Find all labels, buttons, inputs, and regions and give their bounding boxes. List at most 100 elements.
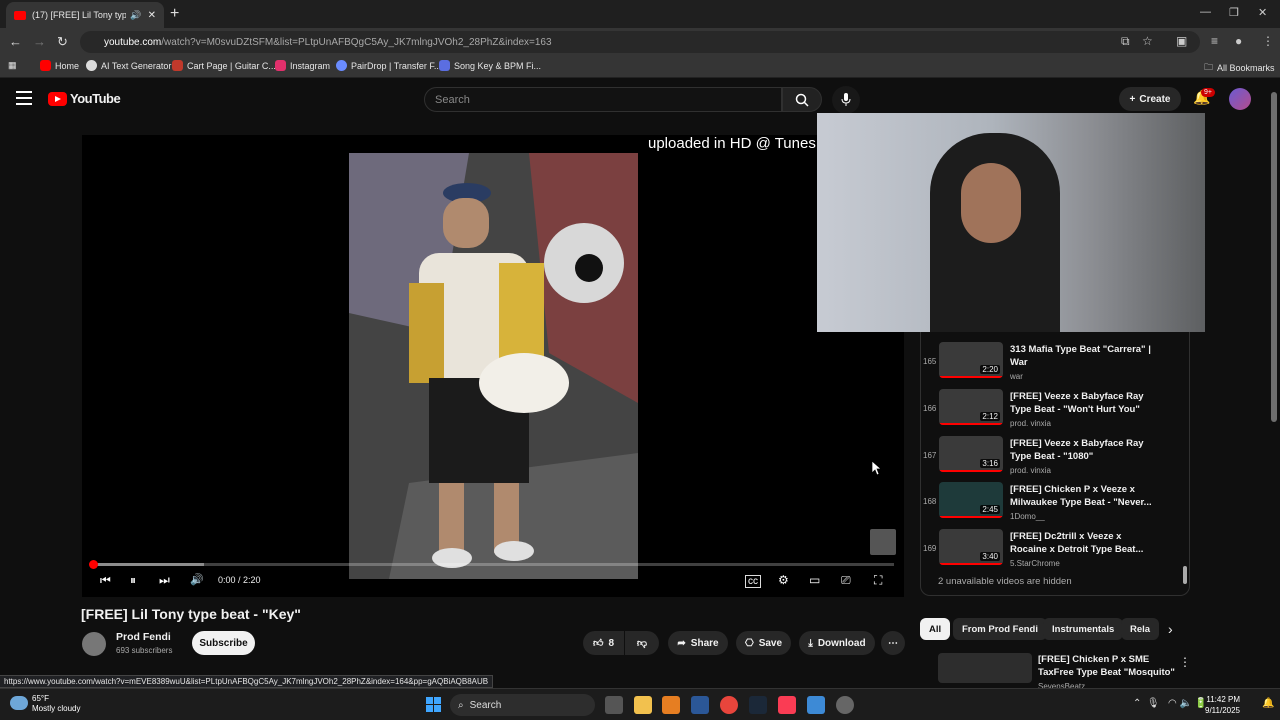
playlist-item[interactable]: 166 2:12 [FREE] Veeze x Babyface Ray Typ… [921, 383, 1181, 428]
channel-avatar[interactable] [82, 632, 106, 656]
music-note-icon [439, 60, 450, 71]
browser-tab[interactable]: (17) [FREE] Lil Tony type beat - "Key" -… [6, 2, 164, 28]
media-controls-icon[interactable]: ≡ [1211, 34, 1218, 48]
search-input[interactable]: Search [424, 87, 782, 112]
cast-icon[interactable]: ⎚ [841, 573, 851, 588]
profile-icon[interactable]: ● [1235, 34, 1242, 48]
theater-mode-icon[interactable]: ▭ [809, 573, 820, 587]
new-tab-button[interactable]: + [170, 5, 179, 23]
bookmark-song-key[interactable]: Song Key & BPM Fi... [439, 60, 541, 71]
photos-icon[interactable] [807, 696, 825, 714]
playlist-item-title: [FREE] Dc2trill x Veeze x Rocaine x Detr… [1010, 531, 1144, 555]
share-button[interactable]: ➦ Share [668, 631, 728, 655]
hamburger-menu-icon[interactable] [16, 91, 32, 105]
playlist-item[interactable]: 168 2:45 [FREE] Chicken P x Veeze x Milw… [921, 476, 1181, 521]
previous-icon[interactable]: ⏮ [100, 573, 111, 588]
app-icon[interactable] [662, 696, 680, 714]
bookmark-cart-page[interactable]: Cart Page | Guitar C... [172, 60, 276, 71]
chips-next-icon[interactable]: › [1168, 621, 1173, 637]
download-button[interactable]: ⤓ Download [799, 631, 875, 655]
user-avatar[interactable] [1229, 88, 1251, 110]
notifications-icon[interactable]: 🔔 [1262, 698, 1274, 709]
save-button[interactable]: ⎔ Save [736, 631, 791, 655]
youtube-play-icon [48, 91, 67, 106]
bookmark-ai-text-generator[interactable]: AI Text Generator [86, 60, 171, 71]
playlist-panel: 165 2:20 313 Mafia Type Beat "Carrera" |… [920, 332, 1190, 596]
pause-icon[interactable]: ⏸ [130, 573, 136, 588]
clock[interactable]: 11:42 PM 9/11/2025 [1196, 694, 1240, 716]
progress-bar[interactable] [89, 560, 894, 569]
taskbar-search[interactable]: ⌕ Search [450, 694, 595, 716]
fullscreen-icon[interactable]: ⛶ [874, 573, 882, 588]
apps-icon[interactable]: ▦ [8, 60, 17, 71]
steam-icon[interactable] [749, 696, 767, 714]
scrubber-handle[interactable] [89, 560, 98, 569]
playlist-item[interactable]: 169 3:40 [FREE] Dc2trill x Veeze x Rocai… [921, 523, 1181, 568]
app-icon[interactable] [836, 696, 854, 714]
recommended-menu-icon[interactable]: ⋮ [1179, 655, 1191, 669]
buffered-bar [92, 563, 205, 566]
all-bookmarks[interactable]: 🗀 All Bookmarks [1204, 60, 1275, 76]
dislike-button[interactable]: 👎︎ [625, 631, 659, 655]
page-scrollbar[interactable] [1271, 86, 1277, 686]
clock-date: 9/11/2025 [1205, 706, 1240, 715]
address-toolbar: ← → ↻ youtube.com/watch?v=M0svuDZtSFM&li… [0, 28, 1280, 56]
chip-all[interactable]: All [920, 618, 951, 640]
extensions-icon[interactable]: ▣ [1176, 34, 1187, 48]
more-actions-button[interactable]: ⋯ [881, 631, 905, 655]
duration-badge: 2:12 [980, 412, 1000, 421]
bookmark-star-icon[interactable]: ☆ [1142, 34, 1153, 48]
task-view-icon[interactable] [605, 696, 623, 714]
volume-icon[interactable]: 🔊 [190, 573, 204, 586]
url-domain: youtube.com [104, 36, 162, 48]
settings-gear-icon[interactable]: ⚙ [778, 573, 789, 587]
minimize-icon[interactable]: — [1200, 6, 1211, 18]
chip-from-prod-fendi[interactable]: From Prod Fendi [953, 618, 1047, 640]
scrollbar-thumb[interactable] [1271, 92, 1277, 422]
recommended-title[interactable]: [FREE] Chicken P x SME TaxFree Type Beat… [1038, 653, 1178, 679]
url-bar[interactable]: youtube.com/watch?v=M0svuDZtSFM&list=PLt… [80, 31, 1200, 53]
thumbs-up-icon: 👍︎ [592, 638, 604, 649]
playlist-item[interactable]: 165 2:20 313 Mafia Type Beat "Carrera" |… [921, 336, 1181, 381]
channel-watermark[interactable] [870, 529, 896, 555]
chrome-icon[interactable] [720, 696, 738, 714]
link-status-url: https://www.youtube.com/watch?v=mEVE8389… [0, 675, 494, 688]
playlist-thumbnail: 2:20 [939, 342, 1003, 378]
windows-start-icon[interactable] [426, 697, 441, 712]
search-button[interactable] [782, 87, 822, 112]
back-icon[interactable]: ← [9, 34, 22, 49]
install-app-icon[interactable]: ⧉ [1121, 34, 1130, 49]
playlist-item-title: [FREE] Veeze x Babyface Ray Type Beat - … [1010, 438, 1144, 462]
close-tab-icon[interactable]: ✕ [148, 10, 156, 21]
forward-icon[interactable]: → [33, 34, 46, 49]
bookmark-pairdrop[interactable]: PairDrop | Transfer F... [336, 60, 441, 71]
weather-widget[interactable]: 65°F Mostly cloudy [10, 694, 80, 714]
video-player[interactable]: uploaded in HD @ Tunes ⏮ ⏸ ⏭ 🔊 0:00 / 2:… [82, 135, 904, 597]
recommended-thumbnail[interactable] [938, 653, 1032, 683]
file-explorer-icon[interactable] [634, 696, 652, 714]
reload-icon[interactable]: ↻ [57, 34, 68, 50]
plus-icon: + [1129, 93, 1136, 105]
chip-instrumentals[interactable]: Instrumentals [1043, 618, 1124, 640]
channel-name[interactable]: Prod Fendi [116, 631, 171, 643]
ai-icon [86, 60, 97, 71]
chip-related[interactable]: Rela [1121, 618, 1159, 640]
word-icon[interactable] [691, 696, 709, 714]
playlist-scrollbar[interactable] [1183, 566, 1187, 584]
restore-icon[interactable]: ❐ [1229, 6, 1239, 19]
itunes-icon[interactable] [778, 696, 796, 714]
voice-search-button[interactable] [832, 86, 860, 114]
speaker-icon[interactable]: 🔊 [130, 10, 141, 21]
bookmark-instagram[interactable]: Instagram [275, 60, 330, 71]
close-window-icon[interactable]: ✕ [1258, 6, 1267, 19]
create-button[interactable]: + Create [1119, 87, 1181, 111]
captions-icon[interactable]: cc [745, 575, 761, 588]
like-button[interactable]: 👍︎ 8 [583, 631, 624, 655]
bookmark-home[interactable]: Home [40, 60, 79, 71]
download-icon: ⤓ [808, 637, 813, 649]
playlist-item[interactable]: 167 3:16 [FREE] Veeze x Babyface Ray Typ… [921, 430, 1181, 475]
menu-icon[interactable]: ⋮ [1262, 34, 1274, 48]
subscribe-button[interactable]: Subscribe [192, 631, 255, 655]
next-icon[interactable]: ⏭ [159, 573, 170, 588]
youtube-logo[interactable]: YouTube [48, 91, 121, 106]
